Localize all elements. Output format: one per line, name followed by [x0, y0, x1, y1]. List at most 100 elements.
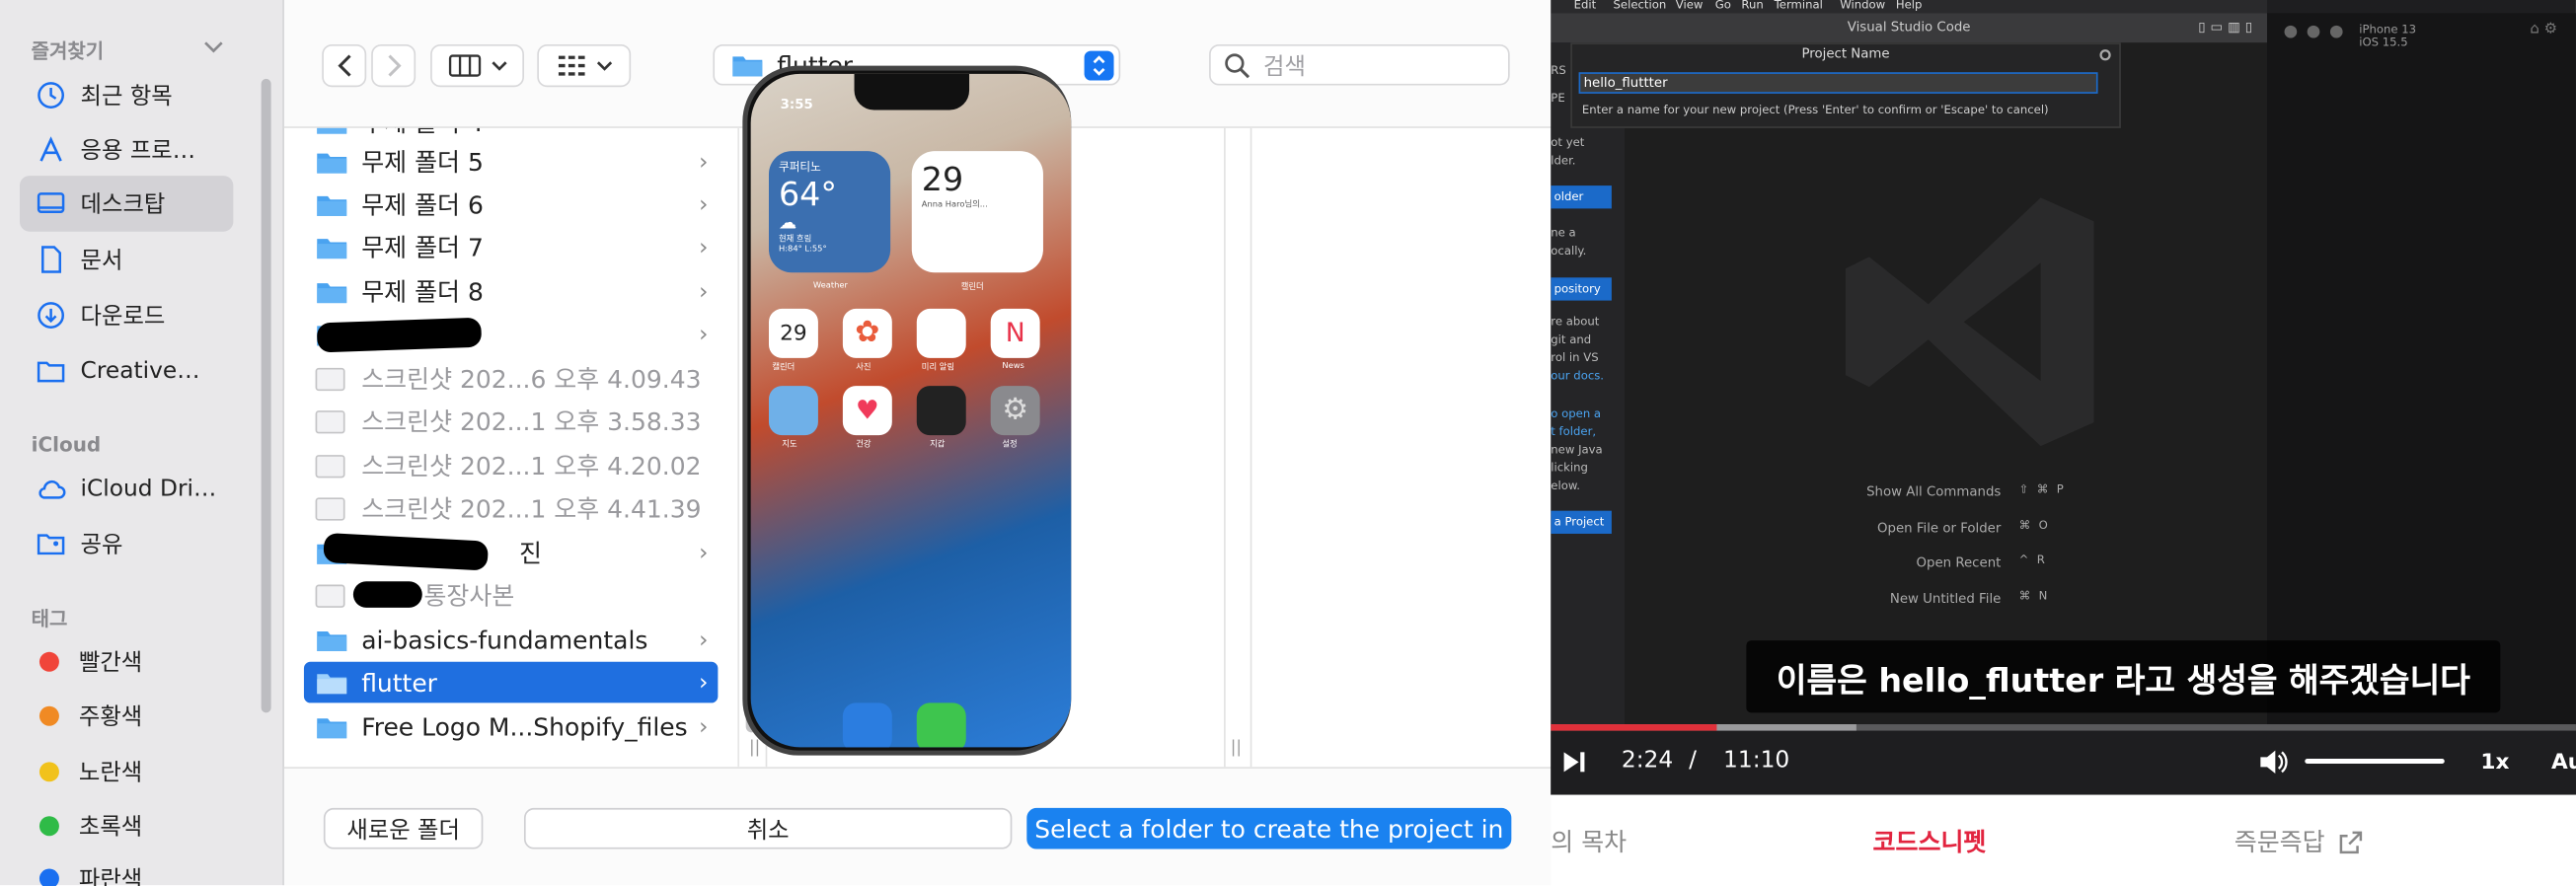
file-row-folder-5[interactable]: 무제 폴더 5 ›	[304, 141, 718, 183]
calendar-day: 29	[921, 159, 964, 199]
gear-icon[interactable]	[2098, 47, 2113, 62]
updown-arrows-icon	[1084, 50, 1114, 81]
forward-button[interactable]	[371, 43, 417, 88]
column-resize-handle-icon[interactable]: ||	[1231, 739, 1242, 757]
chevron-right-icon: ›	[699, 713, 709, 740]
new-folder-button[interactable]: 새로운 폴더	[323, 807, 484, 849]
calendar-app-icon[interactable]: 29	[768, 308, 818, 358]
view-columns-button[interactable]	[430, 43, 524, 88]
file-row-flutter[interactable]: flutter ›	[303, 661, 719, 703]
simulator-toolbar-icons: ⌂ ⚙	[2530, 21, 2558, 38]
menu-item: Help	[1895, 0, 1923, 12]
health-app-icon[interactable]: ♥	[842, 386, 892, 436]
maps-app-icon[interactable]	[768, 386, 818, 436]
weather-desc: 현재 흐림	[778, 235, 812, 246]
chevron-right-icon	[387, 54, 401, 77]
file-column: 무제 폴더 4 무제 폴더 5 › 무제 폴더 6 › 무제 폴더 7 › 무제…	[284, 127, 740, 768]
group-button[interactable]	[537, 43, 632, 88]
news-app-icon[interactable]: N	[990, 308, 1040, 358]
volume-icon[interactable]	[2259, 749, 2289, 775]
cancel-button[interactable]: 취소	[523, 807, 1013, 849]
tab-qa-label: 즉문즉답	[2234, 827, 2325, 857]
explorer-fragment: o open at folder, new Java licking elow.	[1551, 406, 1603, 493]
settings-app-icon[interactable]: ⚙	[990, 386, 1040, 436]
vscode-menubar: Edit Selection View Go Run Terminal Wind…	[1551, 0, 2268, 14]
file-row-folder-8[interactable]: 무제 폴더 8 ›	[304, 271, 718, 313]
tab-code-snippet[interactable]: 코드스니펫	[1873, 825, 1987, 859]
file-row-screenshot[interactable]: 스크린샷 202...6 오후 4.09.43	[304, 358, 718, 400]
column-resize-handle-icon[interactable]: ||	[749, 739, 760, 757]
icloud-section-title: iCloud	[31, 433, 102, 457]
weather-widget[interactable]: 쿠퍼티노 64° ☁ 현재 흐림 H:84° L:55°	[768, 151, 891, 273]
safari-dock-icon[interactable]	[842, 702, 892, 748]
open-folder-button[interactable]: older	[1551, 185, 1612, 209]
sidebar-tag-yellow[interactable]: 노란색	[20, 744, 233, 800]
clone-repository-button[interactable]: pository	[1551, 277, 1612, 301]
folder-icon	[317, 673, 347, 694]
image-file-icon	[315, 454, 345, 478]
iphone-screen[interactable]: 3:55 쿠퍼티노 64° ☁ 현재 흐림 H:84° L:55° Weathe…	[750, 73, 1072, 748]
file-row-free-logo[interactable]: Free Logo M...Shopify_files ›	[304, 706, 718, 748]
sidebar-item-icloud-drive[interactable]: iCloud Dri…	[20, 462, 233, 518]
clock-icon	[38, 82, 64, 109]
file-name: 무제 폴더 4	[361, 128, 484, 140]
grid-icon	[558, 55, 584, 76]
auto-quality-button[interactable]: Au	[2551, 751, 2576, 775]
sidebar-tag-blue[interactable]: 파란색	[20, 850, 233, 886]
back-button[interactable]	[322, 43, 367, 88]
sidebar-item-applications[interactable]: 응용 프로…	[20, 121, 233, 178]
file-row-folder-7[interactable]: 무제 폴더 7 ›	[304, 227, 718, 268]
chevron-right-icon: ›	[699, 669, 709, 696]
total-time: 11:10	[1723, 747, 1790, 774]
sidebar-item-desktop[interactable]: 데스크탑	[19, 176, 234, 232]
project-name-input[interactable]: hello_fluttter	[1578, 72, 2098, 94]
explorer-fragment: PE	[1551, 92, 1565, 106]
file-name: 통장사본	[423, 581, 515, 612]
folder-icon	[732, 55, 763, 76]
chevron-down-icon	[491, 60, 506, 70]
playback-speed-button[interactable]: 1x	[2480, 751, 2509, 775]
file-row-screenshot[interactable]: 스크린샷 202...1 오후 4.41.39	[304, 487, 718, 529]
sidebar-tag-green[interactable]: 초록색	[20, 798, 233, 854]
image-file-icon	[315, 367, 345, 391]
document-icon	[41, 246, 62, 273]
layout-icons: ▯▭▥▯	[2198, 19, 2258, 35]
sidebar-item-label: 최근 항목	[80, 83, 173, 111]
photos-app-icon[interactable]: ✿	[842, 308, 892, 358]
image-file-icon	[315, 496, 345, 520]
search-field[interactable]: 검색	[1209, 43, 1510, 86]
create-project-button[interactable]: a Project	[1551, 510, 1612, 534]
sidebar-tag-red[interactable]: 빨간색	[20, 633, 233, 690]
widget-label: Weather	[812, 280, 848, 291]
file-row-screenshot[interactable]: 스크린샷 202...1 오후 3.58.33	[304, 401, 718, 442]
file-name: 무제 폴더 5	[361, 147, 484, 178]
widget-label: 캘린더	[960, 282, 984, 293]
shortcut-keys: ⌘N	[2018, 589, 2056, 603]
sidebar-item-creative[interactable]: Creative…	[20, 343, 233, 400]
tab-toc[interactable]: 의 목차	[1551, 825, 1627, 859]
sidebar-item-downloads[interactable]: 다운로드	[20, 287, 233, 343]
file-row-screenshot[interactable]: 스크린샷 202...1 오후 4.20.02	[304, 445, 718, 486]
folder-icon	[317, 152, 347, 173]
select-folder-button[interactable]: Select a folder to create the project in	[1026, 807, 1512, 849]
messages-dock-icon[interactable]	[916, 702, 966, 748]
sidebar-item-documents[interactable]: 문서	[20, 232, 233, 288]
file-row-folder-6[interactable]: 무제 폴더 6 ›	[304, 184, 718, 225]
sidebar-item-shared[interactable]: 공유	[20, 516, 233, 572]
tab-qa[interactable]: 즉문즉답	[2235, 825, 2363, 859]
wallet-app-icon[interactable]	[916, 386, 966, 436]
sidebar-tag-orange[interactable]: 주황색	[20, 688, 233, 744]
sidebar-item-recents[interactable]: 최근 항목	[20, 67, 233, 123]
sidebar-scrollbar[interactable]	[261, 78, 271, 713]
applications-icon	[39, 136, 62, 162]
chevron-right-icon: ›	[699, 278, 709, 305]
volume-slider[interactable]	[2305, 758, 2445, 764]
file-row-ai-basics[interactable]: ai-basics-fundamentals ›	[304, 620, 718, 661]
play-next-icon[interactable]	[1560, 749, 1587, 775]
chevron-down-icon[interactable]	[203, 39, 223, 56]
calendar-widget[interactable]: 29 Anna Haro님의...	[911, 151, 1043, 273]
reminders-app-icon[interactable]	[916, 308, 966, 358]
tag-green-dot-icon	[38, 816, 59, 837]
file-name: 무제 폴더 7	[361, 233, 484, 263]
sidebar-item-label: 데스크탑	[80, 191, 166, 219]
